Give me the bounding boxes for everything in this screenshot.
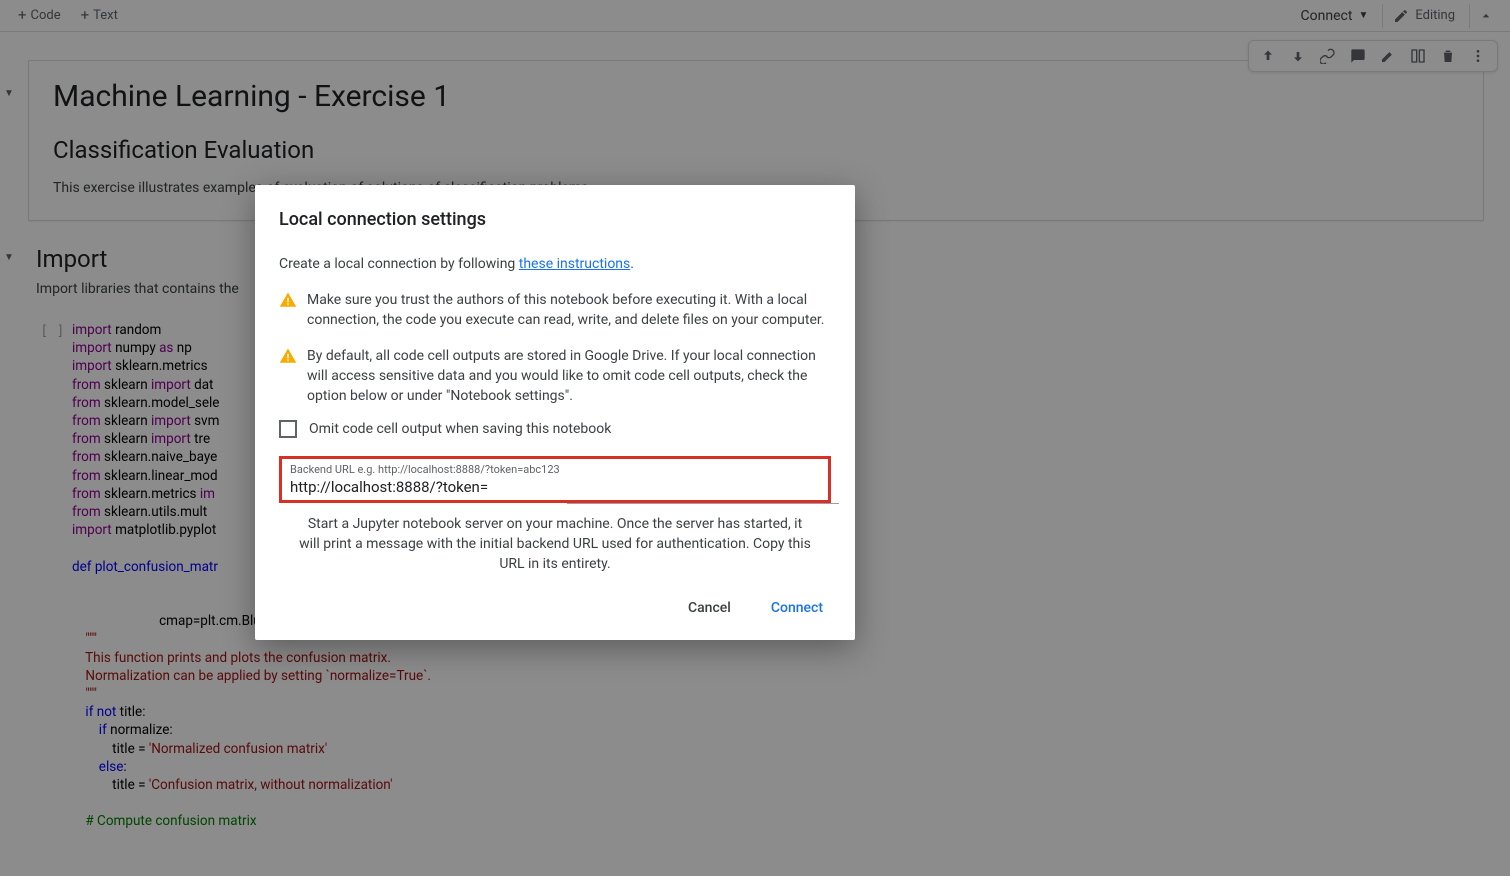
backend-url-input[interactable] [290,476,820,498]
connect-button[interactable]: Connect [763,592,831,624]
input-underline [567,503,839,504]
dialog-intro: Create a local connection by following t… [279,254,831,274]
intro-text-post: . [630,256,634,272]
cancel-button[interactable]: Cancel [680,592,739,624]
omit-output-checkbox[interactable] [279,420,297,438]
warning-text: By default, all code cell outputs are st… [307,346,831,406]
helper-text: Start a Jupyter notebook server on your … [279,514,831,574]
warning-icon [279,291,297,309]
checkbox-row: Omit code cell output when saving this n… [279,420,831,438]
backend-url-field-wrap: Backend URL e.g. http://localhost:8888/?… [279,456,831,503]
warning-icon [279,347,297,365]
warning-text: Make sure you trust the authors of this … [307,290,831,330]
dialog-actions: Cancel Connect [279,592,831,624]
checkbox-label: Omit code cell output when saving this n… [309,421,611,437]
warning-row: By default, all code cell outputs are st… [279,346,831,406]
backend-url-label: Backend URL e.g. http://localhost:8888/?… [290,463,820,476]
warning-row: Make sure you trust the authors of this … [279,290,831,330]
instructions-link[interactable]: these instructions [519,256,631,272]
intro-text-pre: Create a local connection by following [279,256,519,272]
dialog-title: Local connection settings [279,209,831,230]
local-connection-dialog: Local connection settings Create a local… [255,185,855,640]
